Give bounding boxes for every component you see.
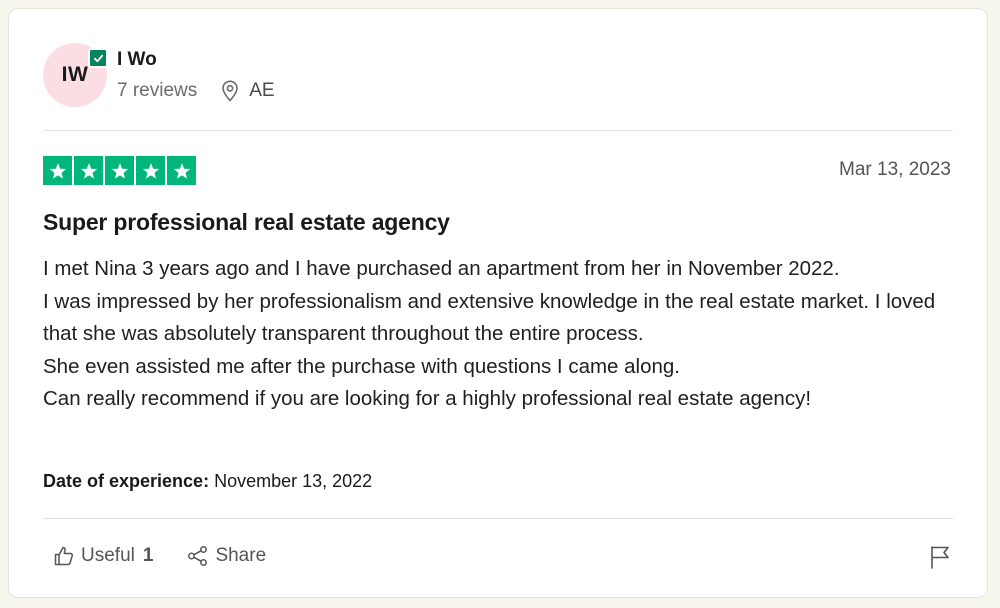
review-card: IW I Wo 7 reviews AE Mar 13, 2023 Super … — [8, 8, 988, 598]
country-code: AE — [249, 80, 275, 101]
header-divider — [43, 130, 953, 131]
experience-date: November 13, 2022 — [214, 471, 373, 491]
reviewer-meta: 7 reviews AE — [117, 80, 275, 102]
date-of-experience: Date of experience: November 13, 2022 — [43, 471, 372, 492]
review-body-line: I was impressed by her professionalism a… — [43, 289, 936, 346]
report-flag-button[interactable] — [929, 545, 951, 574]
star-icon — [167, 156, 196, 185]
star-rating — [43, 156, 196, 185]
review-body-line: She even assisted me after the purchase … — [43, 354, 681, 378]
useful-count: 1 — [142, 545, 154, 566]
experience-label: Date of experience: — [43, 471, 210, 491]
reviewer-location: AE — [221, 80, 275, 102]
map-pin-icon — [222, 80, 239, 102]
share-label: Share — [215, 545, 267, 566]
star-icon — [43, 156, 72, 185]
review-date: Mar 13, 2023 — [839, 159, 951, 180]
star-icon — [105, 156, 134, 185]
avatar-initials: IW — [61, 63, 89, 86]
share-icon — [188, 546, 208, 566]
review-actions: Useful 1 Share — [53, 545, 266, 567]
star-icon — [136, 156, 165, 185]
share-button[interactable]: Share — [187, 545, 266, 567]
avatar-container[interactable]: IW — [43, 43, 108, 107]
review-body-line: Can really recommend if you are looking … — [43, 387, 812, 410]
verified-checkmark-icon — [88, 48, 108, 68]
reviews-count: 7 reviews — [117, 80, 198, 101]
useful-button[interactable]: Useful 1 — [53, 545, 153, 567]
review-body-line: I met Nina 3 years ago and I have purcha… — [43, 257, 840, 280]
review-body: I met Nina 3 years ago and I have purcha… — [43, 253, 963, 416]
useful-label: Useful — [81, 545, 135, 566]
review-title[interactable]: Super professional real estate agency — [43, 209, 450, 236]
thumbs-up-icon — [54, 546, 74, 566]
flag-icon — [931, 546, 949, 569]
footer-divider — [43, 518, 953, 519]
star-icon — [74, 156, 103, 185]
reviewer-name[interactable]: I Wo — [117, 49, 157, 71]
